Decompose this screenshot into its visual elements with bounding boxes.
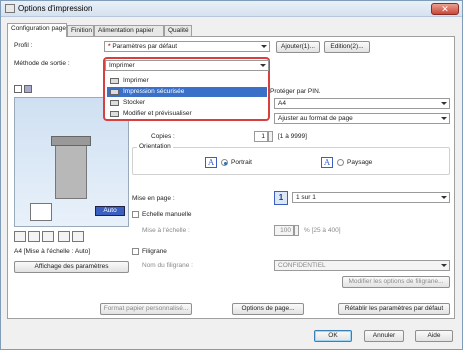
portrait-label: Portrait [231,159,252,166]
copies-range: [1 à 9999] [278,133,307,140]
window-title: Options d'impression [18,4,93,13]
printer-top-icon [51,136,91,146]
watermark-select[interactable]: CONFIDENTIEL [274,260,450,271]
store-icon [110,100,119,106]
color-mode-icon [42,231,54,242]
manual-scale-checkbox[interactable] [132,211,139,218]
preview-icon [110,111,119,117]
cancel-button[interactable]: Annuler [364,330,404,342]
preview-view-icon[interactable] [14,85,22,93]
tab-quality[interactable]: Qualité [164,25,192,36]
dropdown-item-edit-preview[interactable]: Modifier et prévisualiser [107,109,267,119]
custom-paper-button[interactable]: Format papier personnalisé... [100,303,192,315]
chevron-down-icon [261,45,267,48]
show-settings-button[interactable]: Affichage des paramètres [14,261,129,273]
document-icon [30,203,52,221]
profile-value: Paramètres par défaut [112,43,178,50]
preview-caption: A4 [Mise à l'échelle : Auto] [14,248,91,255]
close-button[interactable]: ✕ [431,3,459,15]
finishing-icon [72,231,84,242]
printer-icon [110,78,119,84]
portrait-icon: A [205,157,217,168]
profile-label: Profil : [14,42,33,49]
dropdown-item-secure-print[interactable]: Impression sécurisée [107,87,267,97]
lock-printer-icon [110,89,119,95]
chevron-down-icon [441,102,447,105]
duplex-icon [28,231,40,242]
copies-label: Copies : [151,133,175,140]
watermark-value: CONFIDENTIEL [278,262,326,269]
chevron-down-icon [260,64,266,67]
landscape-label: Paysage [347,159,373,166]
landscape-icon: A [321,157,333,168]
dropdown-item-label: Stocker [123,99,146,106]
dropdown-item-label: Impression sécurisée [123,88,185,95]
dropdown-item-label: Imprimer [123,77,149,84]
print-options-window: Options d'impression ✕ Configuration pag… [0,0,463,350]
output-method-select[interactable]: Imprimer [105,60,269,71]
ok-button[interactable]: OK [314,330,352,342]
preview-icon-row [14,231,129,244]
layout-value: 1 sur 1 [296,194,316,201]
output-size-value: Ajuster au format de page [278,115,353,122]
orientation-label: Orientation [137,143,173,150]
chevron-down-icon [441,117,447,120]
layout-label: Mise en page : [132,195,175,202]
landscape-radio[interactable] [337,159,344,166]
manual-scale-label: Echelle manuelle [142,211,192,218]
chevron-down-icon [441,264,447,267]
preview-layout-icon[interactable] [24,85,32,93]
staple-icon [14,231,26,242]
paper-icon [58,231,70,242]
profile-select[interactable]: * Paramètres par défaut [104,41,270,52]
title-bar: Options d'impression ✕ [1,1,462,17]
dropdown-item-print[interactable]: Imprimer [107,76,267,86]
tab-page-setup[interactable]: Configuration page [7,23,67,37]
restore-defaults-button[interactable]: Rétablir les paramètres par défaut [338,303,450,315]
scale-range: % [25 à 400] [304,227,341,234]
dropdown-item-store[interactable]: Stocker [107,98,267,108]
chevron-down-icon [441,196,447,199]
page-size-value: A4 [278,100,286,107]
output-size-select[interactable]: Ajuster au format de page [274,113,450,124]
scale-stepper[interactable] [294,225,299,236]
layout-select[interactable]: 1 sur 1 [292,192,450,203]
tab-paper-source[interactable]: Alimentation papier [94,25,164,36]
profile-star-icon: * [108,43,111,50]
watermark-name-label: Nom du filigrane : [142,262,193,269]
tab-finishing[interactable]: Finition [67,25,94,36]
scale-input[interactable]: 100 [274,225,294,236]
pin-protect-label: Protéger par PIN. [270,88,321,95]
dropdown-item-label: Modifier et prévisualiser [123,110,192,117]
watermark-label: Filigrane [142,248,167,255]
portrait-radio[interactable] [221,159,228,166]
add-profile-button[interactable]: Ajouter(1)... [276,41,320,53]
printer-icon [5,4,15,13]
scale-label: Mise à l'échelle : [142,227,190,234]
output-method-label: Méthode de sortie : [14,60,70,67]
printer-illustration-icon [55,143,87,199]
help-button[interactable]: Aide [415,330,453,342]
page-options-button[interactable]: Options de page... [232,303,304,315]
orientation-group: Orientation A Portrait A Paysage [132,143,450,175]
layout-icon: 1 [274,191,288,205]
watermark-checkbox[interactable] [132,248,139,255]
copies-stepper[interactable] [268,131,273,142]
watermark-options-button[interactable]: Modifier les options de filigrane... [342,276,450,288]
auto-badge: Auto [95,206,125,216]
edit-profile-button[interactable]: Edition(2)... [324,41,370,53]
page-size-select[interactable]: A4 [274,98,450,109]
output-method-value: Imprimer [109,62,135,69]
copies-input[interactable]: 1 [254,131,268,142]
